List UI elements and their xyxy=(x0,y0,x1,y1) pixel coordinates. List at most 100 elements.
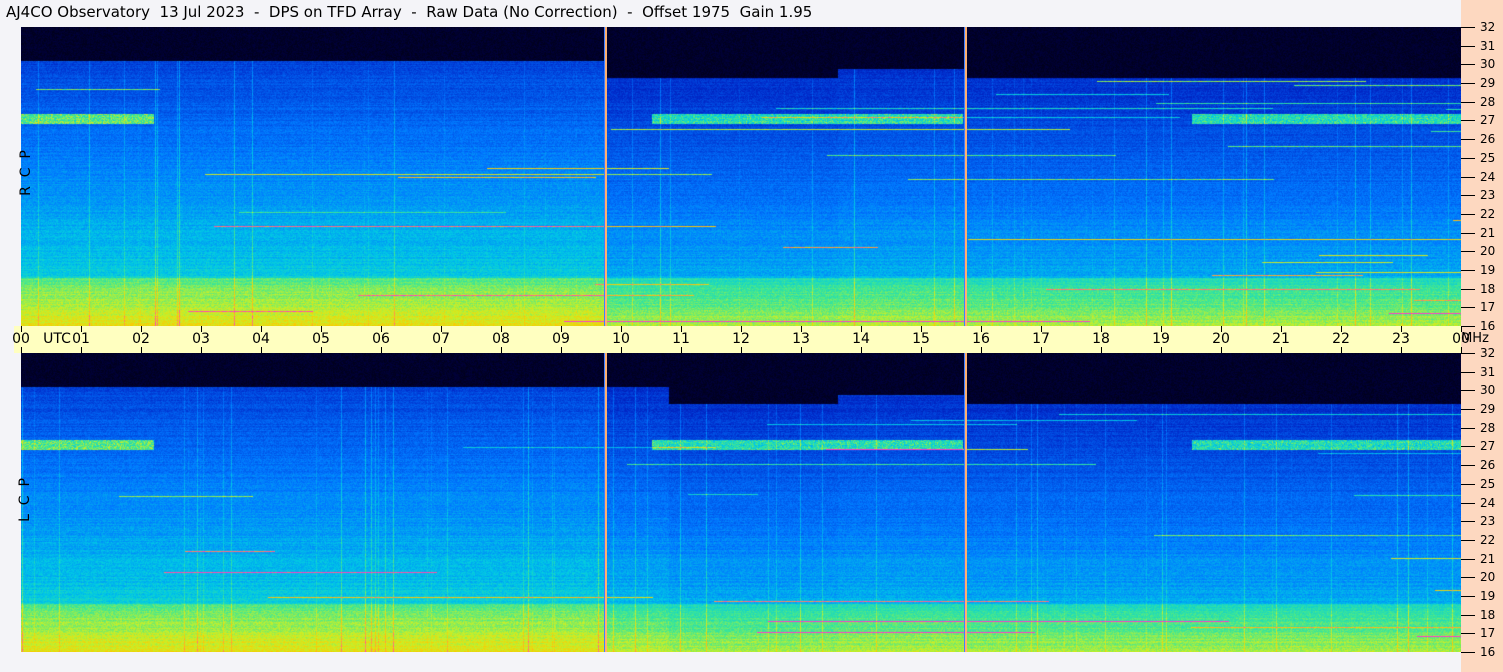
x-tick-label: 05 xyxy=(312,331,330,347)
y-tick xyxy=(1461,446,1475,448)
x-tick xyxy=(381,347,382,353)
y-tick-label: 31 xyxy=(1480,364,1496,379)
x-tick xyxy=(981,347,982,353)
y-tick xyxy=(1461,307,1475,309)
y-tick-label: 29 xyxy=(1480,402,1496,417)
y-tick-label: 16 xyxy=(1480,645,1496,659)
x-tick-label: 19 xyxy=(1152,331,1170,347)
x-tick xyxy=(441,347,442,353)
y-tick-label: 20 xyxy=(1480,570,1496,585)
y-tick xyxy=(1461,213,1475,215)
x-tick xyxy=(921,347,922,353)
x-tick-label: 09 xyxy=(552,331,570,347)
x-tick-label: 12 xyxy=(732,331,750,347)
y-tick xyxy=(1461,465,1475,467)
x-tick-label: 03 xyxy=(192,331,210,347)
y-tick xyxy=(1461,27,1475,28)
x-tick xyxy=(681,347,682,353)
x-tick xyxy=(1341,347,1342,353)
y-tick-label: 16 xyxy=(1480,319,1496,333)
chart-title: AJ4CO Observatory 13 Jul 2023 - DPS on T… xyxy=(6,3,813,21)
y-tick xyxy=(1461,139,1475,141)
y-tick xyxy=(1461,64,1475,66)
y-tick-label: 28 xyxy=(1480,420,1496,435)
y-tick xyxy=(1461,483,1475,485)
x-tick-label: 08 xyxy=(492,331,510,347)
x-tick-label: 15 xyxy=(912,331,930,347)
y-tick xyxy=(1461,577,1475,579)
y-tick-label: 18 xyxy=(1480,281,1496,296)
x-axis-label: UTC xyxy=(43,331,71,347)
y-tick xyxy=(1461,176,1475,178)
x-tick-label: 21 xyxy=(1272,331,1290,347)
y-tick-label: 20 xyxy=(1480,244,1496,259)
y-tick xyxy=(1461,390,1475,392)
x-tick-label: 11 xyxy=(672,331,690,347)
x-tick-label: 07 xyxy=(432,331,450,347)
x-tick-label: 13 xyxy=(792,331,810,347)
y-tick xyxy=(1461,101,1475,103)
x-tick xyxy=(201,347,202,353)
y-tick-label: 32 xyxy=(1480,20,1496,34)
x-tick-label: 16 xyxy=(972,331,990,347)
x-tick-label: 10 xyxy=(612,331,630,347)
time-marker-line xyxy=(603,353,607,652)
y-tick-label: 26 xyxy=(1480,132,1496,147)
lcp-spectrogram xyxy=(21,353,1461,652)
x-tick-label: 17 xyxy=(1032,331,1050,347)
x-tick-label: 22 xyxy=(1332,331,1350,347)
x-tick xyxy=(501,347,502,353)
x-tick xyxy=(621,347,622,353)
y-tick-label: 27 xyxy=(1480,439,1496,454)
y-tick xyxy=(1461,595,1475,597)
y-tick-label: 29 xyxy=(1480,76,1496,91)
y-tick xyxy=(1461,558,1475,560)
x-tick xyxy=(21,347,22,353)
y-tick-label: 31 xyxy=(1480,38,1496,53)
y-tick xyxy=(1461,521,1475,523)
time-marker-line xyxy=(963,353,967,652)
y-tick-label: 30 xyxy=(1480,383,1496,398)
y-tick-label: 24 xyxy=(1480,169,1496,184)
x-tick xyxy=(141,347,142,353)
y-tick-label: 26 xyxy=(1480,458,1496,473)
lcp-label: L C P xyxy=(16,478,33,522)
x-tick-label: 23 xyxy=(1392,331,1410,347)
x-tick-label: 14 xyxy=(852,331,870,347)
y-tick xyxy=(1461,371,1475,373)
x-tick xyxy=(81,347,82,353)
x-tick xyxy=(1221,347,1222,353)
y-tick xyxy=(1461,409,1475,411)
x-tick xyxy=(801,347,802,353)
y-tick xyxy=(1461,83,1475,85)
y-tick xyxy=(1461,633,1475,635)
x-tick xyxy=(1401,347,1402,353)
y-tick xyxy=(1461,614,1475,616)
y-tick xyxy=(1461,232,1475,234)
x-tick-label: 06 xyxy=(372,331,390,347)
time-marker-line xyxy=(603,27,607,326)
y-tick-label: 21 xyxy=(1480,551,1496,566)
y-axis-unit: MHz xyxy=(1461,331,1489,346)
x-tick xyxy=(561,347,562,353)
y-tick-label: 23 xyxy=(1480,514,1496,529)
y-tick-label: 22 xyxy=(1480,532,1496,547)
y-tick xyxy=(1461,353,1475,354)
y-tick xyxy=(1461,288,1475,290)
y-tick-label: 25 xyxy=(1480,150,1496,165)
x-tick xyxy=(1101,347,1102,353)
y-tick-label: 17 xyxy=(1480,300,1496,315)
y-tick-label: 22 xyxy=(1480,206,1496,221)
y-tick-label: 27 xyxy=(1480,113,1496,128)
y-tick-label: 19 xyxy=(1480,588,1496,603)
x-tick-label: 20 xyxy=(1212,331,1230,347)
x-tick xyxy=(1281,347,1282,353)
y-tick-label: 17 xyxy=(1480,626,1496,641)
x-tick xyxy=(1161,347,1162,353)
y-tick xyxy=(1461,45,1475,47)
x-tick-label: 18 xyxy=(1092,331,1110,347)
y-tick-label: 25 xyxy=(1480,476,1496,491)
y-tick-label: 21 xyxy=(1480,225,1496,240)
rcp-spectrogram xyxy=(21,27,1461,326)
y-tick xyxy=(1461,427,1475,429)
